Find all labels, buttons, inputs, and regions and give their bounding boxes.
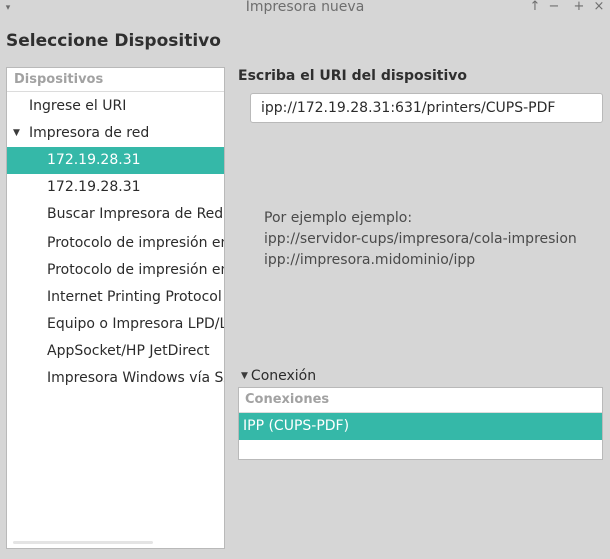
- connection-list[interactable]: Conexiones IPP (CUPS-PDF): [238, 387, 603, 460]
- page-title: Seleccione Dispositivo: [6, 31, 221, 51]
- device-item-label: Buscar Impresora de Red: [47, 206, 224, 222]
- device-item-label: Ingrese el URI: [29, 98, 127, 114]
- device-list-header[interactable]: Dispositivos: [7, 68, 224, 92]
- device-item-label: Equipo o Impresora LPD/L: [47, 316, 225, 332]
- device-list[interactable]: Dispositivos Ingrese el URI ▼ Impresora d…: [6, 67, 225, 549]
- device-item-label: Internet Printing Protocol: [47, 289, 222, 305]
- horizontal-scrollbar[interactable]: [13, 541, 153, 544]
- device-item-protocol-1[interactable]: Protocolo de impresión en: [7, 230, 225, 257]
- device-item-ip[interactable]: 172.19.28.31: [7, 174, 224, 201]
- device-item-network-printer[interactable]: ▼ Impresora de red: [7, 120, 224, 147]
- connection-list-header[interactable]: Conexiones: [239, 388, 602, 413]
- connection-row-label: IPP (CUPS-PDF): [243, 418, 350, 434]
- device-item-label: Protocolo de impresión en: [47, 235, 225, 251]
- device-item-label: Impresora Windows vía SA: [47, 370, 225, 386]
- uri-input[interactable]: [250, 93, 603, 123]
- expander-down-icon[interactable]: ▼: [241, 371, 248, 381]
- device-item-label: 172.19.28.31: [47, 152, 141, 168]
- title-bar: ▾ Impresora nueva ↑ − + ×: [0, 0, 610, 16]
- device-item-label: AppSocket/HP JetDirect: [47, 343, 210, 359]
- connection-expander[interactable]: ▼ Conexión: [241, 368, 316, 384]
- device-item-label: Protocolo de impresión en: [47, 262, 225, 278]
- expander-down-icon[interactable]: ▼: [13, 120, 29, 147]
- connection-expander-label: Conexión: [250, 368, 317, 384]
- device-item-protocol-2[interactable]: Protocolo de impresión en: [7, 257, 225, 284]
- minimize-icon[interactable]: −: [547, 0, 561, 14]
- maximize-icon[interactable]: +: [572, 0, 586, 14]
- close-icon[interactable]: ×: [592, 0, 606, 14]
- connection-row-selected[interactable]: IPP (CUPS-PDF): [239, 413, 602, 440]
- device-item-label: 172.19.28.31: [47, 179, 141, 195]
- device-item-find-network-printer[interactable]: Buscar Impresora de Red: [7, 201, 224, 228]
- keep-above-icon[interactable]: ↑: [528, 0, 542, 14]
- device-item-samba[interactable]: Impresora Windows vía SA: [7, 365, 225, 392]
- device-item-ipp[interactable]: Internet Printing Protocol: [7, 284, 224, 311]
- window-title: Impresora nueva: [245, 0, 365, 15]
- device-item-lpd[interactable]: Equipo o Impresora LPD/L: [7, 311, 225, 338]
- example-line: Por ejemplo ejemplo:: [264, 210, 413, 226]
- example-line: ipp://impresora.midominio/ipp: [264, 252, 476, 268]
- uri-label: Escriba el URI del dispositivo: [238, 68, 467, 84]
- uri-example-text: Por ejemplo ejemplo: ipp://servidor-cups…: [264, 208, 604, 271]
- device-item-appsocket[interactable]: AppSocket/HP JetDirect: [7, 338, 224, 365]
- device-item-label: Impresora de red: [29, 125, 150, 141]
- example-line: ipp://servidor-cups/impresora/cola-impre…: [264, 231, 577, 247]
- device-item-enter-uri[interactable]: Ingrese el URI: [7, 93, 224, 120]
- device-item-ip-selected[interactable]: 172.19.28.31: [7, 147, 224, 174]
